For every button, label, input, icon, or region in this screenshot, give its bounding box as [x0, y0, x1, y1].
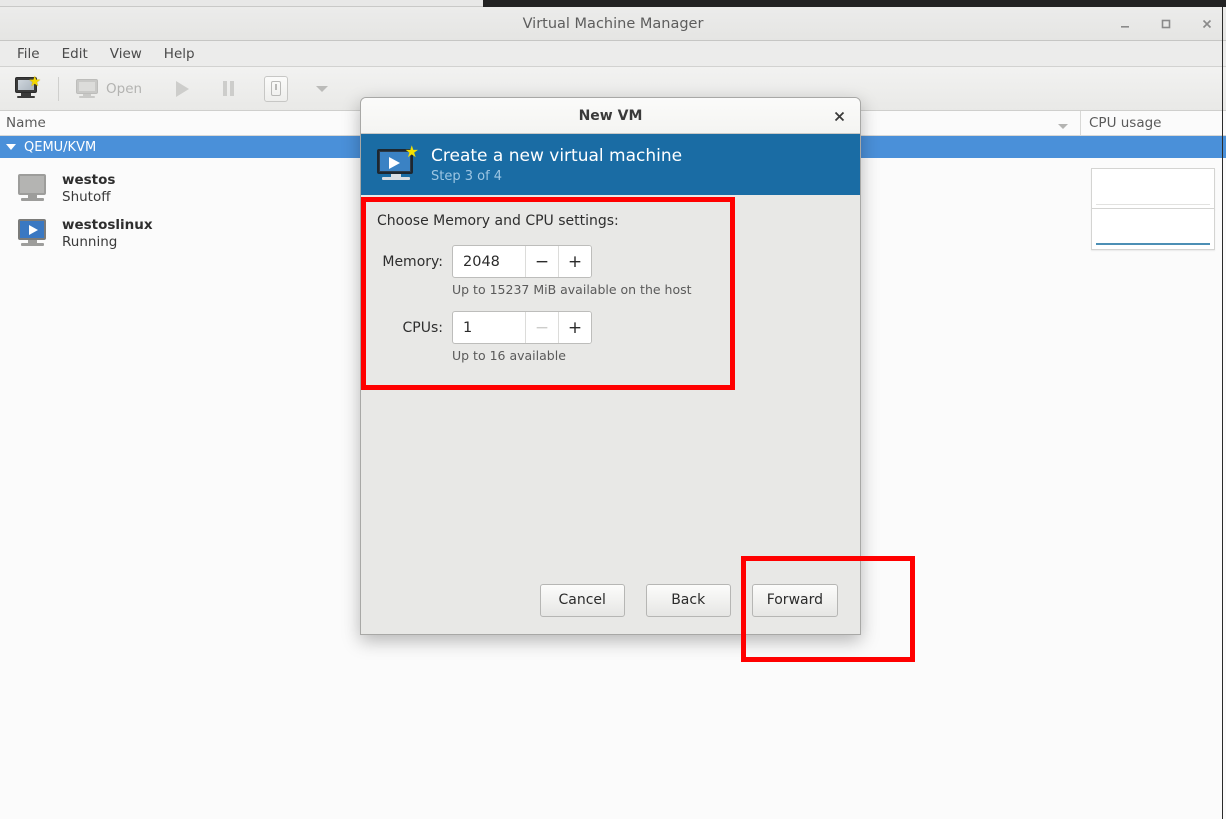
- vm-name: westoslinux: [62, 216, 153, 233]
- toolbar-separator: [58, 76, 59, 101]
- window-right-edge: [1222, 7, 1223, 819]
- cancel-button[interactable]: Cancel: [539, 583, 625, 617]
- new-vm-icon: ★: [14, 75, 42, 102]
- monitor-icon: [16, 173, 50, 204]
- chevron-down-icon: [316, 85, 329, 92]
- play-icon: [176, 80, 190, 97]
- menu-item-file[interactable]: File: [8, 43, 49, 65]
- dialog-banner-heading: Create a new virtual machine: [431, 145, 683, 166]
- shutdown-menu-button[interactable]: [310, 72, 334, 106]
- pause-icon: [223, 81, 235, 96]
- shutdown-button[interactable]: [258, 72, 294, 106]
- back-button[interactable]: Back: [645, 583, 731, 617]
- new-vm-button[interactable]: ★: [8, 72, 48, 106]
- column-header-cpu-label: CPU usage: [1089, 115, 1162, 131]
- cpu-sparkline-westos: [1091, 168, 1215, 210]
- minimize-icon[interactable]: [1114, 13, 1136, 35]
- dialog-titlebar: New VM: [361, 98, 860, 134]
- open-button[interactable]: Open: [69, 72, 148, 106]
- chevron-down-icon[interactable]: [1058, 124, 1068, 129]
- monitor-icon: [75, 78, 99, 99]
- cpu-sparkline-westoslinux: [1091, 208, 1215, 250]
- vm-list-connection-label: QEMU/KVM: [24, 139, 97, 155]
- monitor-play-icon: [16, 218, 50, 249]
- close-icon[interactable]: [830, 107, 848, 125]
- maximize-icon[interactable]: [1155, 13, 1177, 35]
- window-controls: [1114, 7, 1218, 41]
- window-title: Virtual Machine Manager: [522, 15, 704, 32]
- desktop-top-strip-dark: [483, 0, 1226, 7]
- vm-state: Shutoff: [62, 188, 111, 205]
- dialog-banner-step: Step 3 of 4: [431, 168, 503, 184]
- close-icon[interactable]: [1196, 13, 1218, 35]
- screen: Virtual Machine Manager File Edit View H…: [0, 0, 1226, 819]
- dialog-banner: ★ Create a new virtual machine Step 3 of…: [361, 134, 860, 195]
- pause-button[interactable]: [217, 72, 240, 106]
- column-header-name-label: Name: [6, 115, 46, 131]
- desktop-top-strip-left: [0, 0, 483, 7]
- column-header-cpu[interactable]: CPU usage: [1081, 115, 1161, 131]
- annotation-forward-button: [741, 556, 915, 662]
- annotation-memory-cpu-settings: [361, 197, 735, 390]
- dialog-title: New VM: [578, 107, 643, 124]
- menubar: File Edit View Help: [0, 41, 1226, 67]
- window-titlebar: Virtual Machine Manager: [0, 7, 1226, 41]
- vm-state: Running: [62, 233, 118, 250]
- power-icon: [264, 75, 289, 102]
- triangle-down-icon[interactable]: [6, 144, 16, 150]
- run-button[interactable]: [170, 72, 195, 106]
- new-vm-icon: ★: [375, 143, 419, 183]
- menu-item-edit[interactable]: Edit: [53, 43, 97, 65]
- vm-name: westos: [62, 171, 116, 188]
- menu-item-view[interactable]: View: [101, 43, 151, 65]
- open-button-label: Open: [106, 80, 143, 97]
- menu-item-help[interactable]: Help: [155, 43, 204, 65]
